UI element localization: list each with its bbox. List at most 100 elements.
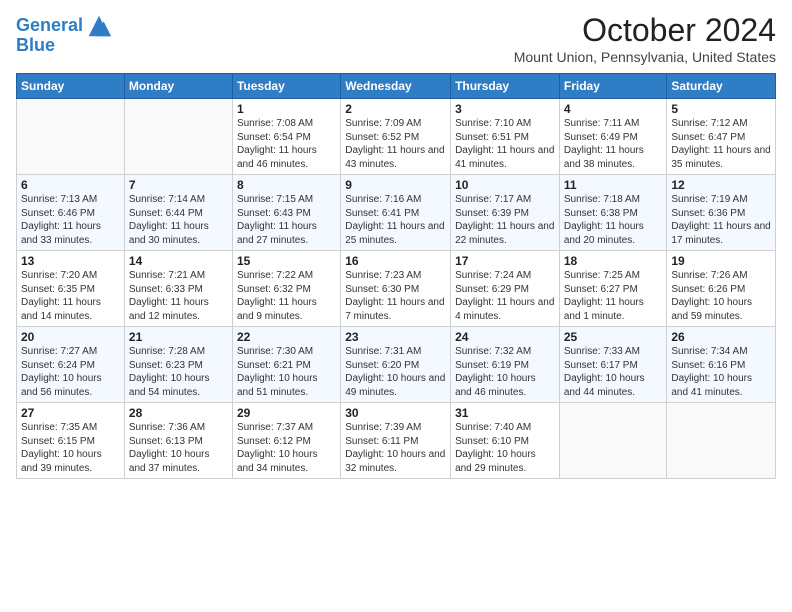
calendar-cell: 12Sunrise: 7:19 AMSunset: 6:36 PMDayligh… (667, 175, 776, 251)
calendar-cell: 14Sunrise: 7:21 AMSunset: 6:33 PMDayligh… (124, 251, 232, 327)
cell-text: Sunrise: 7:32 AMSunset: 6:19 PMDaylight:… (455, 345, 555, 399)
day-number: 3 (455, 102, 555, 116)
cell-text: Sunrise: 7:11 AMSunset: 6:49 PMDaylight:… (564, 117, 663, 171)
cell-text: Sunrise: 7:31 AMSunset: 6:20 PMDaylight:… (345, 345, 446, 399)
cell-text: Sunrise: 7:12 AMSunset: 6:47 PMDaylight:… (671, 117, 771, 171)
calendar-week-row: 1Sunrise: 7:08 AMSunset: 6:54 PMDaylight… (17, 99, 776, 175)
logo-text: General (16, 16, 83, 36)
calendar-header-cell: Saturday (667, 74, 776, 99)
day-number: 14 (129, 254, 228, 268)
cell-text: Sunrise: 7:39 AMSunset: 6:11 PMDaylight:… (345, 421, 446, 475)
calendar-cell: 3Sunrise: 7:10 AMSunset: 6:51 PMDaylight… (451, 99, 560, 175)
calendar-cell: 30Sunrise: 7:39 AMSunset: 6:11 PMDayligh… (341, 403, 451, 479)
cell-text: Sunrise: 7:18 AMSunset: 6:38 PMDaylight:… (564, 193, 663, 247)
calendar-header-cell: Sunday (17, 74, 125, 99)
cell-text: Sunrise: 7:09 AMSunset: 6:52 PMDaylight:… (345, 117, 446, 171)
calendar-week-row: 6Sunrise: 7:13 AMSunset: 6:46 PMDaylight… (17, 175, 776, 251)
day-number: 28 (129, 406, 228, 420)
cell-text: Sunrise: 7:13 AMSunset: 6:46 PMDaylight:… (21, 193, 120, 247)
cell-text: Sunrise: 7:37 AMSunset: 6:12 PMDaylight:… (237, 421, 336, 475)
day-number: 18 (564, 254, 663, 268)
day-number: 6 (21, 178, 120, 192)
calendar-header-cell: Tuesday (232, 74, 340, 99)
day-number: 16 (345, 254, 446, 268)
cell-text: Sunrise: 7:14 AMSunset: 6:44 PMDaylight:… (129, 193, 228, 247)
day-number: 15 (237, 254, 336, 268)
cell-text: Sunrise: 7:30 AMSunset: 6:21 PMDaylight:… (237, 345, 336, 399)
calendar-cell: 31Sunrise: 7:40 AMSunset: 6:10 PMDayligh… (451, 403, 560, 479)
day-number: 25 (564, 330, 663, 344)
calendar-week-row: 20Sunrise: 7:27 AMSunset: 6:24 PMDayligh… (17, 327, 776, 403)
cell-text: Sunrise: 7:19 AMSunset: 6:36 PMDaylight:… (671, 193, 771, 247)
cell-text: Sunrise: 7:33 AMSunset: 6:17 PMDaylight:… (564, 345, 663, 399)
calendar-cell (17, 99, 125, 175)
calendar-cell: 1Sunrise: 7:08 AMSunset: 6:54 PMDaylight… (232, 99, 340, 175)
day-number: 22 (237, 330, 336, 344)
subtitle: Mount Union, Pennsylvania, United States (514, 49, 776, 65)
calendar-cell: 9Sunrise: 7:16 AMSunset: 6:41 PMDaylight… (341, 175, 451, 251)
day-number: 11 (564, 178, 663, 192)
calendar-week-row: 13Sunrise: 7:20 AMSunset: 6:35 PMDayligh… (17, 251, 776, 327)
day-number: 12 (671, 178, 771, 192)
calendar-cell (124, 99, 232, 175)
calendar-cell: 21Sunrise: 7:28 AMSunset: 6:23 PMDayligh… (124, 327, 232, 403)
calendar-header-cell: Thursday (451, 74, 560, 99)
main-title: October 2024 (514, 12, 776, 49)
calendar-cell: 16Sunrise: 7:23 AMSunset: 6:30 PMDayligh… (341, 251, 451, 327)
calendar-cell: 26Sunrise: 7:34 AMSunset: 6:16 PMDayligh… (667, 327, 776, 403)
day-number: 27 (21, 406, 120, 420)
day-number: 26 (671, 330, 771, 344)
cell-text: Sunrise: 7:24 AMSunset: 6:29 PMDaylight:… (455, 269, 555, 323)
calendar-cell: 27Sunrise: 7:35 AMSunset: 6:15 PMDayligh… (17, 403, 125, 479)
calendar-header-row: SundayMondayTuesdayWednesdayThursdayFrid… (17, 74, 776, 99)
calendar-header-cell: Wednesday (341, 74, 451, 99)
logo-icon (85, 12, 113, 40)
header: General Blue October 2024 Mount Union, P… (16, 12, 776, 65)
calendar-cell: 13Sunrise: 7:20 AMSunset: 6:35 PMDayligh… (17, 251, 125, 327)
calendar-week-row: 27Sunrise: 7:35 AMSunset: 6:15 PMDayligh… (17, 403, 776, 479)
calendar-cell: 19Sunrise: 7:26 AMSunset: 6:26 PMDayligh… (667, 251, 776, 327)
cell-text: Sunrise: 7:28 AMSunset: 6:23 PMDaylight:… (129, 345, 228, 399)
page: General Blue October 2024 Mount Union, P… (0, 0, 792, 612)
day-number: 2 (345, 102, 446, 116)
cell-text: Sunrise: 7:27 AMSunset: 6:24 PMDaylight:… (21, 345, 120, 399)
day-number: 19 (671, 254, 771, 268)
day-number: 31 (455, 406, 555, 420)
day-number: 9 (345, 178, 446, 192)
cell-text: Sunrise: 7:17 AMSunset: 6:39 PMDaylight:… (455, 193, 555, 247)
calendar-cell: 20Sunrise: 7:27 AMSunset: 6:24 PMDayligh… (17, 327, 125, 403)
calendar-cell: 18Sunrise: 7:25 AMSunset: 6:27 PMDayligh… (559, 251, 667, 327)
logo-blue: Blue (16, 36, 55, 56)
day-number: 29 (237, 406, 336, 420)
day-number: 8 (237, 178, 336, 192)
cell-text: Sunrise: 7:15 AMSunset: 6:43 PMDaylight:… (237, 193, 336, 247)
calendar-cell: 25Sunrise: 7:33 AMSunset: 6:17 PMDayligh… (559, 327, 667, 403)
cell-text: Sunrise: 7:23 AMSunset: 6:30 PMDaylight:… (345, 269, 446, 323)
calendar-cell (559, 403, 667, 479)
cell-text: Sunrise: 7:36 AMSunset: 6:13 PMDaylight:… (129, 421, 228, 475)
calendar-cell: 7Sunrise: 7:14 AMSunset: 6:44 PMDaylight… (124, 175, 232, 251)
calendar-cell (667, 403, 776, 479)
calendar-cell: 24Sunrise: 7:32 AMSunset: 6:19 PMDayligh… (451, 327, 560, 403)
calendar-cell: 11Sunrise: 7:18 AMSunset: 6:38 PMDayligh… (559, 175, 667, 251)
day-number: 30 (345, 406, 446, 420)
calendar-cell: 5Sunrise: 7:12 AMSunset: 6:47 PMDaylight… (667, 99, 776, 175)
day-number: 1 (237, 102, 336, 116)
cell-text: Sunrise: 7:34 AMSunset: 6:16 PMDaylight:… (671, 345, 771, 399)
cell-text: Sunrise: 7:35 AMSunset: 6:15 PMDaylight:… (21, 421, 120, 475)
cell-text: Sunrise: 7:08 AMSunset: 6:54 PMDaylight:… (237, 117, 336, 171)
cell-text: Sunrise: 7:40 AMSunset: 6:10 PMDaylight:… (455, 421, 555, 475)
calendar-cell: 4Sunrise: 7:11 AMSunset: 6:49 PMDaylight… (559, 99, 667, 175)
day-number: 5 (671, 102, 771, 116)
cell-text: Sunrise: 7:22 AMSunset: 6:32 PMDaylight:… (237, 269, 336, 323)
calendar-cell: 10Sunrise: 7:17 AMSunset: 6:39 PMDayligh… (451, 175, 560, 251)
calendar-cell: 23Sunrise: 7:31 AMSunset: 6:20 PMDayligh… (341, 327, 451, 403)
title-area: October 2024 Mount Union, Pennsylvania, … (514, 12, 776, 65)
calendar-cell: 8Sunrise: 7:15 AMSunset: 6:43 PMDaylight… (232, 175, 340, 251)
cell-text: Sunrise: 7:26 AMSunset: 6:26 PMDaylight:… (671, 269, 771, 323)
calendar-cell: 6Sunrise: 7:13 AMSunset: 6:46 PMDaylight… (17, 175, 125, 251)
cell-text: Sunrise: 7:20 AMSunset: 6:35 PMDaylight:… (21, 269, 120, 323)
day-number: 10 (455, 178, 555, 192)
cell-text: Sunrise: 7:21 AMSunset: 6:33 PMDaylight:… (129, 269, 228, 323)
calendar-cell: 29Sunrise: 7:37 AMSunset: 6:12 PMDayligh… (232, 403, 340, 479)
